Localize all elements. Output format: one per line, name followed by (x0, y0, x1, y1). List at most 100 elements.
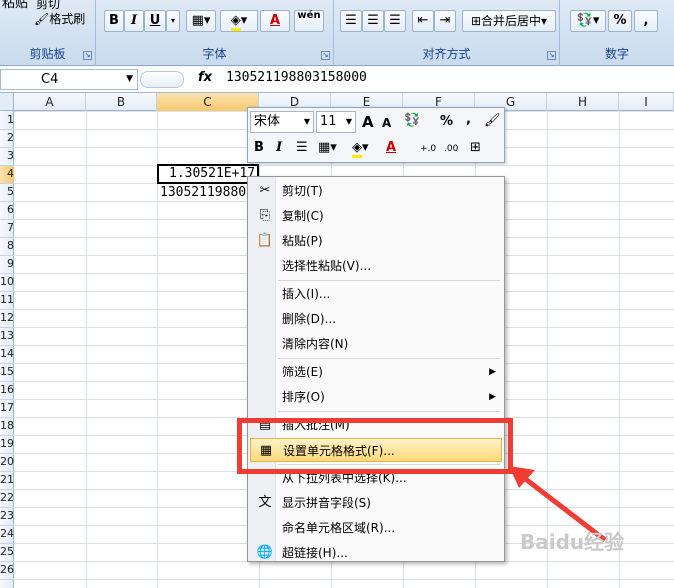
menu-item-6[interactable]: 清除内容(N) (250, 332, 502, 356)
menu-item-5[interactable]: 删除(D)... (250, 307, 502, 331)
underline-dropdown[interactable]: ▾ (166, 10, 180, 32)
column-header-c[interactable]: C (157, 93, 259, 111)
cell-c5[interactable]: 13052119880 (160, 185, 246, 200)
column-header-a[interactable]: A (14, 93, 86, 111)
row-header-9[interactable]: 9 (0, 256, 14, 274)
align-center-icon: ☰ (296, 140, 308, 155)
mini-font-color-button[interactable]: A (386, 139, 396, 157)
menu-item-13[interactable]: 命名单元格区域(R)... (250, 516, 502, 540)
row-header-4[interactable]: 4 (0, 166, 14, 184)
insert-function-icon[interactable]: fx (198, 70, 212, 85)
clipboard-dialog-launcher[interactable]: ↘ (83, 51, 92, 60)
italic-button[interactable]: I (124, 10, 144, 32)
row-header-3[interactable]: 3 (0, 148, 14, 166)
decrease-decimal-button[interactable]: .00 (444, 140, 458, 158)
row-header-1[interactable]: 1 (0, 112, 14, 130)
increase-indent-button[interactable]: ⇥ (434, 10, 456, 32)
menu-item-3[interactable]: 选择性粘贴(V)... (250, 254, 502, 278)
chevron-down-icon[interactable]: ▼ (126, 70, 133, 89)
name-box[interactable]: C4 ▼ (0, 69, 138, 90)
alignment-dialog-launcher[interactable]: ↘ (547, 51, 556, 60)
row-header-16[interactable]: 16 (0, 382, 14, 400)
phonetic-button[interactable]: wén (294, 10, 324, 32)
grid-line (86, 111, 87, 588)
row-header-22[interactable]: 22 (0, 490, 14, 508)
menu-item-7[interactable]: 筛选(E) ▶ (250, 360, 502, 384)
mini-borders-button[interactable]: ▦▾ (318, 139, 337, 157)
menu-item-4[interactable]: 插入(I)... (250, 282, 502, 306)
row-header-13[interactable]: 13 (0, 328, 14, 346)
column-header-b[interactable]: B (86, 93, 157, 111)
menu-item-14[interactable]: 🌐 超链接(H)... (250, 541, 502, 565)
mini-fill-color-button[interactable]: ◈▾ (352, 139, 369, 158)
align-right-button[interactable]: ☰ (384, 10, 406, 32)
align-left-icon: ☰ (345, 13, 357, 28)
accounting-format-button[interactable]: 💱▾ (570, 10, 606, 32)
menu-item-8[interactable]: 排序(O) ▶ (250, 385, 502, 409)
paste-button[interactable]: 粘贴 (2, 0, 28, 14)
row-header-15[interactable]: 15 (0, 364, 14, 382)
font-color-button[interactable]: A (260, 10, 290, 32)
mini-accounting-button[interactable]: 💱 (404, 112, 420, 130)
mini-center-button[interactable]: ☰ (296, 139, 308, 157)
grow-font-button[interactable]: A (362, 113, 374, 131)
row-header-18[interactable]: 18 (0, 418, 14, 436)
row-header-14[interactable]: 14 (0, 346, 14, 364)
fill-color-button[interactable]: ◈▾ (220, 10, 258, 32)
menu-item-label: 筛选(E) (282, 365, 323, 379)
row-header-11[interactable]: 11 (0, 292, 14, 310)
row-header-19[interactable]: 19 (0, 436, 14, 454)
percent-button[interactable]: % (608, 10, 632, 32)
format-painter-label: 格式刷 (49, 12, 86, 26)
row-header-5[interactable]: 5 (0, 184, 14, 202)
menu-item-0[interactable]: ✂ 剪切(T) (250, 179, 502, 203)
mini-bold-button[interactable]: B (254, 139, 264, 157)
mini-percent-button[interactable]: % (440, 113, 453, 131)
row-header-10[interactable]: 10 (0, 274, 14, 292)
menu-item-1[interactable]: ⎘ 复制(C) (250, 204, 502, 228)
formula-bar-resize-handle[interactable] (140, 71, 184, 88)
font-dialog-launcher[interactable]: ↘ (321, 51, 330, 60)
borders-button[interactable]: ▦▾ (186, 10, 216, 32)
menu-item-label: 选择性粘贴(V)... (282, 259, 372, 273)
menu-separator (278, 358, 500, 359)
number-group-label: 数字 (604, 47, 629, 61)
cell-c4[interactable]: 1.30521E+17 (157, 164, 259, 184)
row-header-17[interactable]: 17 (0, 400, 14, 418)
scissors-icon: ✂ (259, 183, 271, 198)
row-header-2[interactable]: 2 (0, 130, 14, 148)
menu-item-12[interactable]: 文显示拼音字段(S) (250, 491, 502, 515)
mini-italic-button[interactable]: I (276, 139, 282, 157)
mini-font-size-select[interactable]: 11 ▼ (316, 111, 356, 133)
mini-comma-button[interactable]: , (466, 111, 471, 129)
mini-merge-button[interactable]: ⊞ (470, 139, 481, 157)
row-header-8[interactable]: 8 (0, 238, 14, 256)
bold-button[interactable]: B (104, 10, 124, 32)
row-header-12[interactable]: 12 (0, 310, 14, 328)
menu-item-2[interactable]: 📋 粘贴(P) (250, 229, 502, 253)
mini-font-name-select[interactable]: 宋体 ▼ (250, 111, 314, 133)
formula-input[interactable]: 130521198803158000 (226, 70, 367, 85)
select-all-corner[interactable] (0, 93, 14, 111)
decrease-indent-icon: ⇤ (417, 13, 429, 28)
align-center-button[interactable]: ☰ (362, 10, 384, 32)
row-header-7[interactable]: 7 (0, 220, 14, 238)
shrink-font-button[interactable]: A (382, 114, 391, 132)
row-header-23[interactable]: 23 (0, 508, 14, 526)
merge-center-button[interactable]: ⊞合并后居中▾ (462, 10, 556, 32)
row-header-20[interactable]: 20 (0, 454, 14, 472)
format-painter-button[interactable]: 🖌格式刷 (34, 9, 85, 29)
decrease-indent-button[interactable]: ⇤ (412, 10, 434, 32)
row-header-26[interactable]: 26 (0, 562, 14, 580)
align-left-button[interactable]: ☰ (340, 10, 362, 32)
column-header-h[interactable]: H (547, 93, 619, 111)
column-header-i[interactable]: I (619, 93, 674, 111)
row-header-6[interactable]: 6 (0, 202, 14, 220)
mini-format-painter-button[interactable]: 🖌 (484, 112, 501, 130)
increase-decimal-button[interactable]: +.0 (420, 140, 436, 158)
row-header-21[interactable]: 21 (0, 472, 14, 490)
comma-button[interactable]: , (634, 10, 658, 32)
row-header-24[interactable]: 24 (0, 526, 14, 544)
underline-button[interactable]: U (144, 10, 166, 32)
row-header-25[interactable]: 25 (0, 544, 14, 562)
